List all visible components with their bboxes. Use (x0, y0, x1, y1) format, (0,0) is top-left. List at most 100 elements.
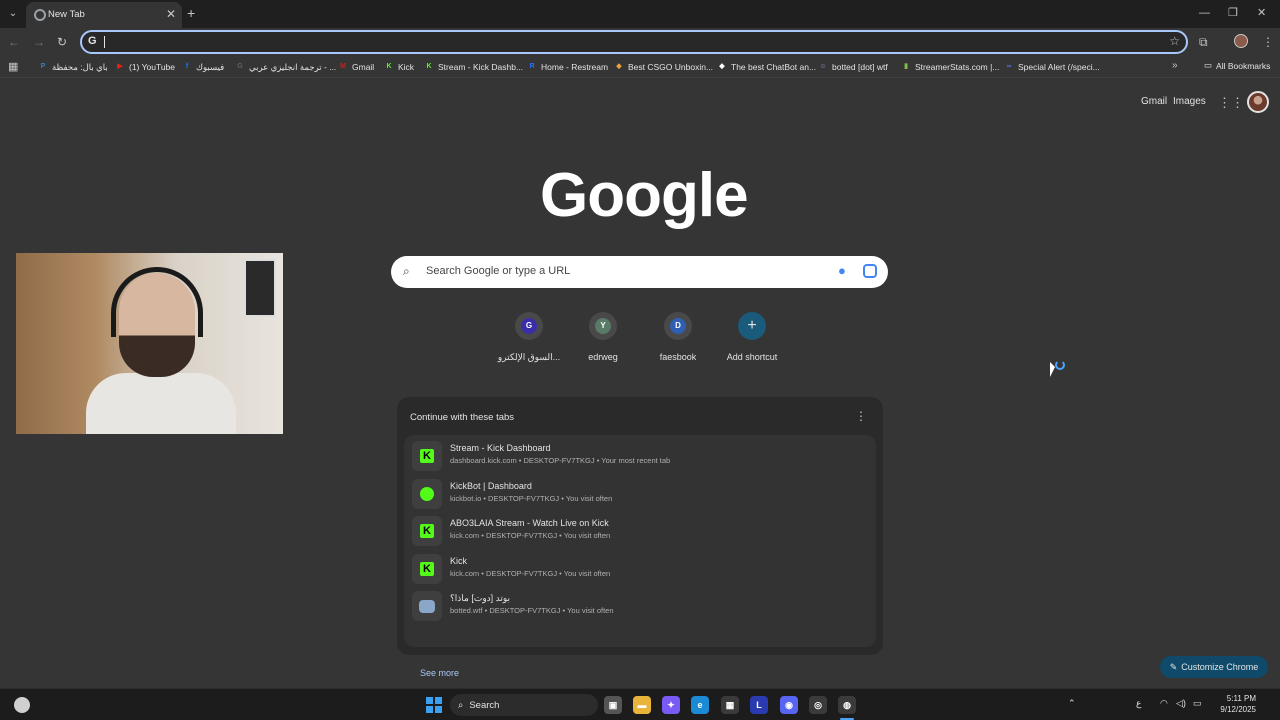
profile-avatar-toolbar[interactable] (1234, 34, 1248, 48)
google-lens-icon[interactable] (863, 264, 877, 278)
kickbot-favicon-icon (412, 478, 442, 509)
bookmark-item[interactable]: R Home - Restream (527, 60, 608, 74)
task-view-icon[interactable]: ▣ (604, 696, 622, 714)
battery-icon[interactable]: ▭ (1193, 698, 1202, 709)
bookmark-favicon-icon: K (426, 63, 432, 70)
bookmark-label: Home - Restream (541, 62, 609, 72)
customize-chrome-button[interactable]: ✎ Customize Chrome (1160, 656, 1268, 678)
apps-grid-icon[interactable]: ▦ (8, 60, 18, 73)
bookmark-label: The best ChatBot an... (731, 62, 817, 72)
bookmark-item[interactable]: M Gmail (338, 60, 374, 74)
bookmark-item[interactable]: ◆ Best CSGO Unboxin... (614, 60, 713, 74)
robot-logo-icon (419, 599, 435, 613)
bookmark-label: Special Alert (/speci... (1018, 62, 1100, 72)
bookmark-item[interactable]: ∞ Special Alert (/speci... (1004, 60, 1100, 74)
all-bookmarks-label: All Bookmarks (1216, 60, 1271, 71)
bookmark-item[interactable]: K Stream - Kick Dashb... (424, 60, 523, 74)
chrome-favicon-icon (34, 9, 46, 21)
start-button[interactable] (426, 697, 442, 713)
tab-strip: ⌄ New Tab ✕ + — ❐ ✕ (0, 0, 1280, 28)
bookmark-label: Gmail (352, 62, 375, 72)
kick-favicon-icon: K (412, 516, 442, 546)
minimize-button[interactable]: — (1199, 6, 1210, 20)
see-more-link[interactable]: See more (420, 668, 459, 678)
add-shortcut-tile[interactable]: + Add shortcut (714, 312, 790, 362)
new-tab-button[interactable]: + (187, 5, 195, 21)
recent-tab-row[interactable]: KickBot | Dashboard kickbot.io • DESKTOP-… (410, 477, 870, 511)
all-bookmarks-button[interactable]: ▭ All Bookmarks (1204, 60, 1270, 71)
google-account-avatar[interactable] (1247, 91, 1269, 113)
file-explorer-icon[interactable]: ▬ (633, 696, 651, 714)
bookmark-label: Kick (398, 62, 415, 72)
close-window-button[interactable]: ✕ (1257, 6, 1266, 20)
wall-picture-frame (244, 259, 276, 317)
gmail-link[interactable]: Gmail (1141, 96, 1167, 107)
bookmark-label: فيسبوك (196, 61, 225, 72)
shortcut-tile[interactable]: Dfaesbook (640, 312, 716, 362)
shortcut-tile[interactable]: Yedrweg (565, 312, 641, 362)
discord-icon[interactable]: ◉ (780, 696, 798, 714)
chrome-menu-icon[interactable]: ⋮ (1262, 34, 1274, 50)
language-indicator[interactable]: ع (1136, 698, 1141, 709)
wifi-icon[interactable]: ◠ (1160, 698, 1168, 709)
extensions-icon[interactable]: ⧉ (1199, 34, 1208, 50)
recent-tab-row[interactable]: K Kick kick.com • DESKTOP-FV7TKGJ • You vi… (410, 552, 870, 586)
volume-icon[interactable]: ◁) (1176, 698, 1186, 709)
voice-search-icon[interactable]: ● (838, 263, 846, 278)
chrome-icon[interactable]: ◍ (838, 696, 856, 714)
recent-tab-title: Stream - Kick Dashboard (450, 443, 551, 453)
clock-time: 5:11 PM (1226, 694, 1256, 703)
app-circle-icon[interactable]: ◎ (809, 696, 827, 714)
address-bar[interactable]: G ☆ (80, 30, 1188, 54)
taskbar-search[interactable]: ⌕ Search (450, 694, 598, 716)
bookmark-label: StreamerStats.com |... (915, 62, 1000, 72)
recent-tab-subtitle: kick.com • DESKTOP-FV7TKGJ • You visit o… (450, 531, 611, 540)
kick-favicon-icon: K (412, 553, 442, 584)
reload-button[interactable]: ↻ (57, 34, 67, 50)
restore-button[interactable]: ❐ (1228, 6, 1238, 20)
bookmark-item[interactable]: f فيسبوك (182, 60, 224, 74)
shortcut-favicon-icon: Y (589, 312, 617, 340)
edge-icon[interactable]: e (691, 696, 709, 714)
panel-menu-icon[interactable]: ⋮ (855, 409, 867, 423)
bookmark-item[interactable]: P باي بال: محفظة (38, 60, 108, 74)
clock[interactable]: 5:11 PM 9/12/2025 (1212, 693, 1256, 715)
bookmark-favicon-icon: R (529, 63, 535, 70)
bookmark-label: Stream - Kick Dashb... (438, 62, 524, 72)
kick-logo-icon: K (420, 561, 434, 576)
recent-tab-row[interactable]: K ABO3LAIA Stream - Watch Live on Kick kic… (410, 514, 870, 548)
recent-tab-subtitle: botted.wtf • DESKTOP-FV7TKGJ • You visit… (450, 606, 614, 615)
bookmarks-overflow-icon[interactable]: » (1172, 60, 1178, 71)
recent-tab-title: ABO3LAIA Stream - Watch Live on Kick (450, 518, 609, 528)
tab-new-tab[interactable]: New Tab ✕ (26, 2, 182, 28)
forward-button[interactable]: → (33, 34, 45, 50)
tab-search-chevron-icon[interactable]: ⌄ (4, 5, 22, 23)
search-box[interactable]: ⌕ Search Google or type a URL ● (391, 256, 888, 288)
bookmark-favicon-icon: ▮ (904, 63, 908, 70)
plus-icon: + (738, 312, 766, 340)
loading-spinner-icon (1055, 360, 1065, 370)
recent-tab-title: بوتد [دوت] ماذا؟ (450, 593, 511, 603)
bookmark-favicon-icon: ☺ (819, 63, 827, 70)
shortcut-tile[interactable]: G السوق الإلكترو... (491, 312, 567, 363)
bookmark-item[interactable]: ▮ StreamerStats.com |... (901, 60, 999, 74)
widgets-icon[interactable] (14, 697, 30, 713)
images-link[interactable]: Images (1173, 96, 1206, 107)
recent-tab-title: Kick (450, 555, 468, 566)
tray-chevron-icon[interactable]: ⌃ (1068, 698, 1076, 709)
webcam-overlay (16, 253, 283, 434)
bookmark-item[interactable]: ☺ botted [dot] wtf (818, 60, 887, 74)
recent-tab-row[interactable]: K Stream - Kick Dashboard dashboard.kick.c… (410, 439, 870, 473)
bookmark-item[interactable]: G ترجمة انجليزي عربي - ... (235, 60, 336, 74)
app-l-icon[interactable]: L (750, 696, 768, 714)
copilot-icon[interactable]: ✦ (662, 696, 680, 714)
bookmark-star-icon[interactable]: ☆ (1169, 34, 1180, 48)
store-icon[interactable]: ▦ (721, 696, 739, 714)
bookmark-item[interactable]: ▶ (1) YouTube (115, 60, 175, 74)
recent-tab-row[interactable]: بوتد [دوت] ماذا؟ botted.wtf • DESKTOP-FV7… (410, 589, 870, 623)
shortcut-letter: G (521, 318, 537, 334)
bookmark-item[interactable]: ◆ The best ChatBot an... (717, 60, 816, 74)
tab-close-icon[interactable]: ✕ (166, 7, 176, 21)
back-button[interactable]: ← (8, 34, 20, 50)
bookmark-item[interactable]: K Kick (384, 60, 414, 74)
